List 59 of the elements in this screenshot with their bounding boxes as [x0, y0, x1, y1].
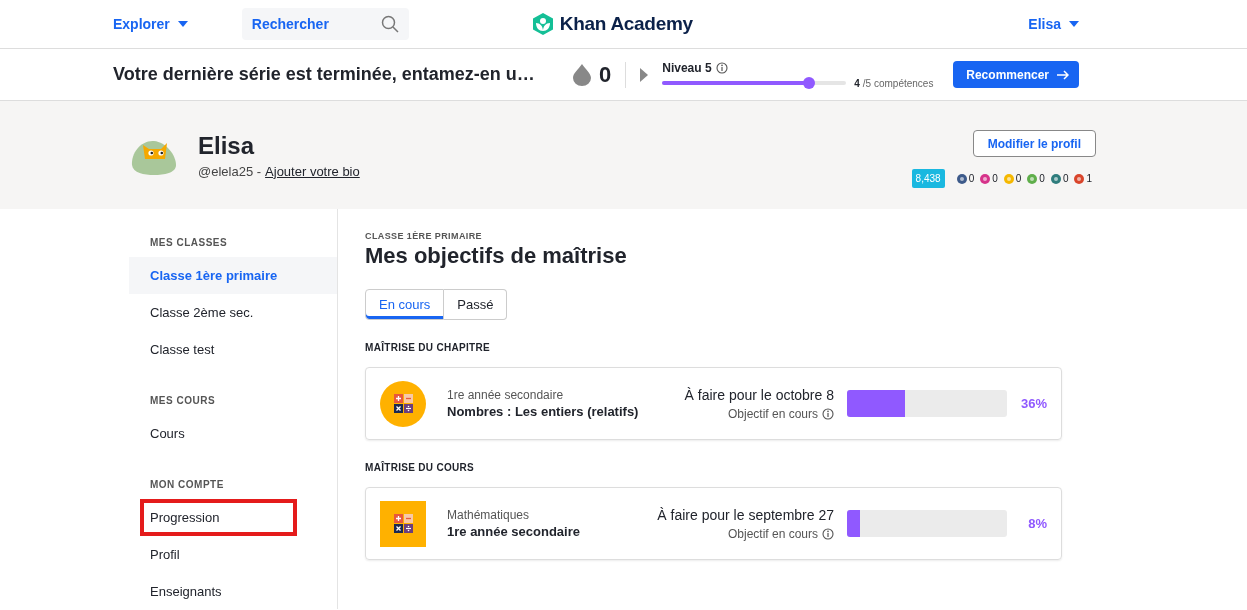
restart-button[interactable]: Recommencer — [953, 61, 1079, 88]
goal-subtitle: 1re année secondaire — [447, 388, 565, 402]
sidebar-item[interactable]: Cours — [129, 415, 337, 452]
search-field[interactable]: Rechercher — [241, 8, 409, 40]
sidebar-item[interactable]: Classe 2ème sec. — [129, 294, 337, 331]
goal-title: Nombres : Les entiers (relatifs) — [447, 404, 640, 419]
badge-count: 1 — [1086, 173, 1092, 184]
user-menu[interactable]: Elisa — [1028, 16, 1079, 32]
sidebar-heading: MES CLASSES — [149, 236, 229, 250]
skills-done: 4 — [854, 77, 860, 89]
flame-icon — [573, 63, 591, 86]
profile-name: Elisa — [198, 131, 256, 160]
sidebar-item[interactable]: Progression — [140, 499, 297, 536]
add-bio-link[interactable]: Ajouter votre bio — [265, 163, 360, 179]
info-icon — [822, 527, 834, 540]
badge-count: 0 — [1039, 173, 1045, 184]
goal-subtitle: Mathématiques — [447, 508, 531, 522]
arrow-icon — [1057, 69, 1069, 80]
level-label: Niveau 5 — [662, 60, 712, 75]
sidebar-heading: MES COURS — [149, 394, 217, 408]
logo-text: Khan Academy — [559, 13, 693, 35]
streak-message: Votre dernière série est terminée, entamez-en u… — [113, 64, 536, 85]
caret-icon — [177, 21, 188, 27]
due-date: À faire pour le septembre 27 — [657, 506, 834, 523]
chapter-icon — [380, 380, 426, 427]
play-icon — [640, 67, 649, 82]
points-badge: 8,438 — [911, 169, 945, 188]
search-icon — [380, 15, 399, 33]
caret-icon — [1069, 21, 1079, 27]
progress-percent: 8% — [1027, 516, 1047, 531]
badge-count: 0 — [1062, 173, 1069, 184]
badge-count: 0 — [992, 173, 998, 184]
tab[interactable]: En cours — [365, 289, 445, 320]
logo-icon — [530, 12, 555, 36]
sidebar-heading: MON COMPTE — [149, 478, 225, 492]
goal-title: 1re année secondaire — [447, 524, 581, 539]
due-date: À faire pour le octobre 8 — [684, 386, 834, 403]
sidebar-item[interactable]: Classe test — [129, 331, 337, 368]
page-title: Mes objectifs de maîtrise — [365, 243, 628, 269]
explore-menu[interactable]: Explorer — [113, 16, 188, 32]
goal-status: Objectif en cours — [727, 526, 818, 541]
badge-count: 0 — [968, 173, 975, 184]
tab[interactable]: Passé — [444, 289, 508, 320]
sidebar-item[interactable]: Enseignants — [129, 573, 337, 610]
edit-profile-button[interactable]: Modifier le profil — [972, 130, 1096, 157]
goal-status: Objectif en cours — [727, 406, 818, 421]
section-heading: MAÎTRISE DU CHAPITRE — [365, 342, 491, 353]
info-icon — [715, 61, 728, 74]
course-icon — [380, 500, 426, 547]
progress-percent: 36% — [1019, 396, 1047, 411]
streak-count: 0 — [599, 61, 612, 88]
sidebar-item[interactable]: Profil — [129, 536, 337, 573]
info-icon — [822, 407, 834, 420]
sidebar-item[interactable]: Classe 1ère primaire — [129, 257, 337, 294]
section-heading: MAÎTRISE DU COURS — [365, 462, 475, 473]
class-label: CLASSE 1ÈRE PRIMAIRE — [365, 231, 484, 241]
skills-total: /5 compétences — [862, 77, 934, 89]
username: @elela25 - — [198, 163, 262, 179]
badge-count: 0 — [1015, 173, 1022, 184]
